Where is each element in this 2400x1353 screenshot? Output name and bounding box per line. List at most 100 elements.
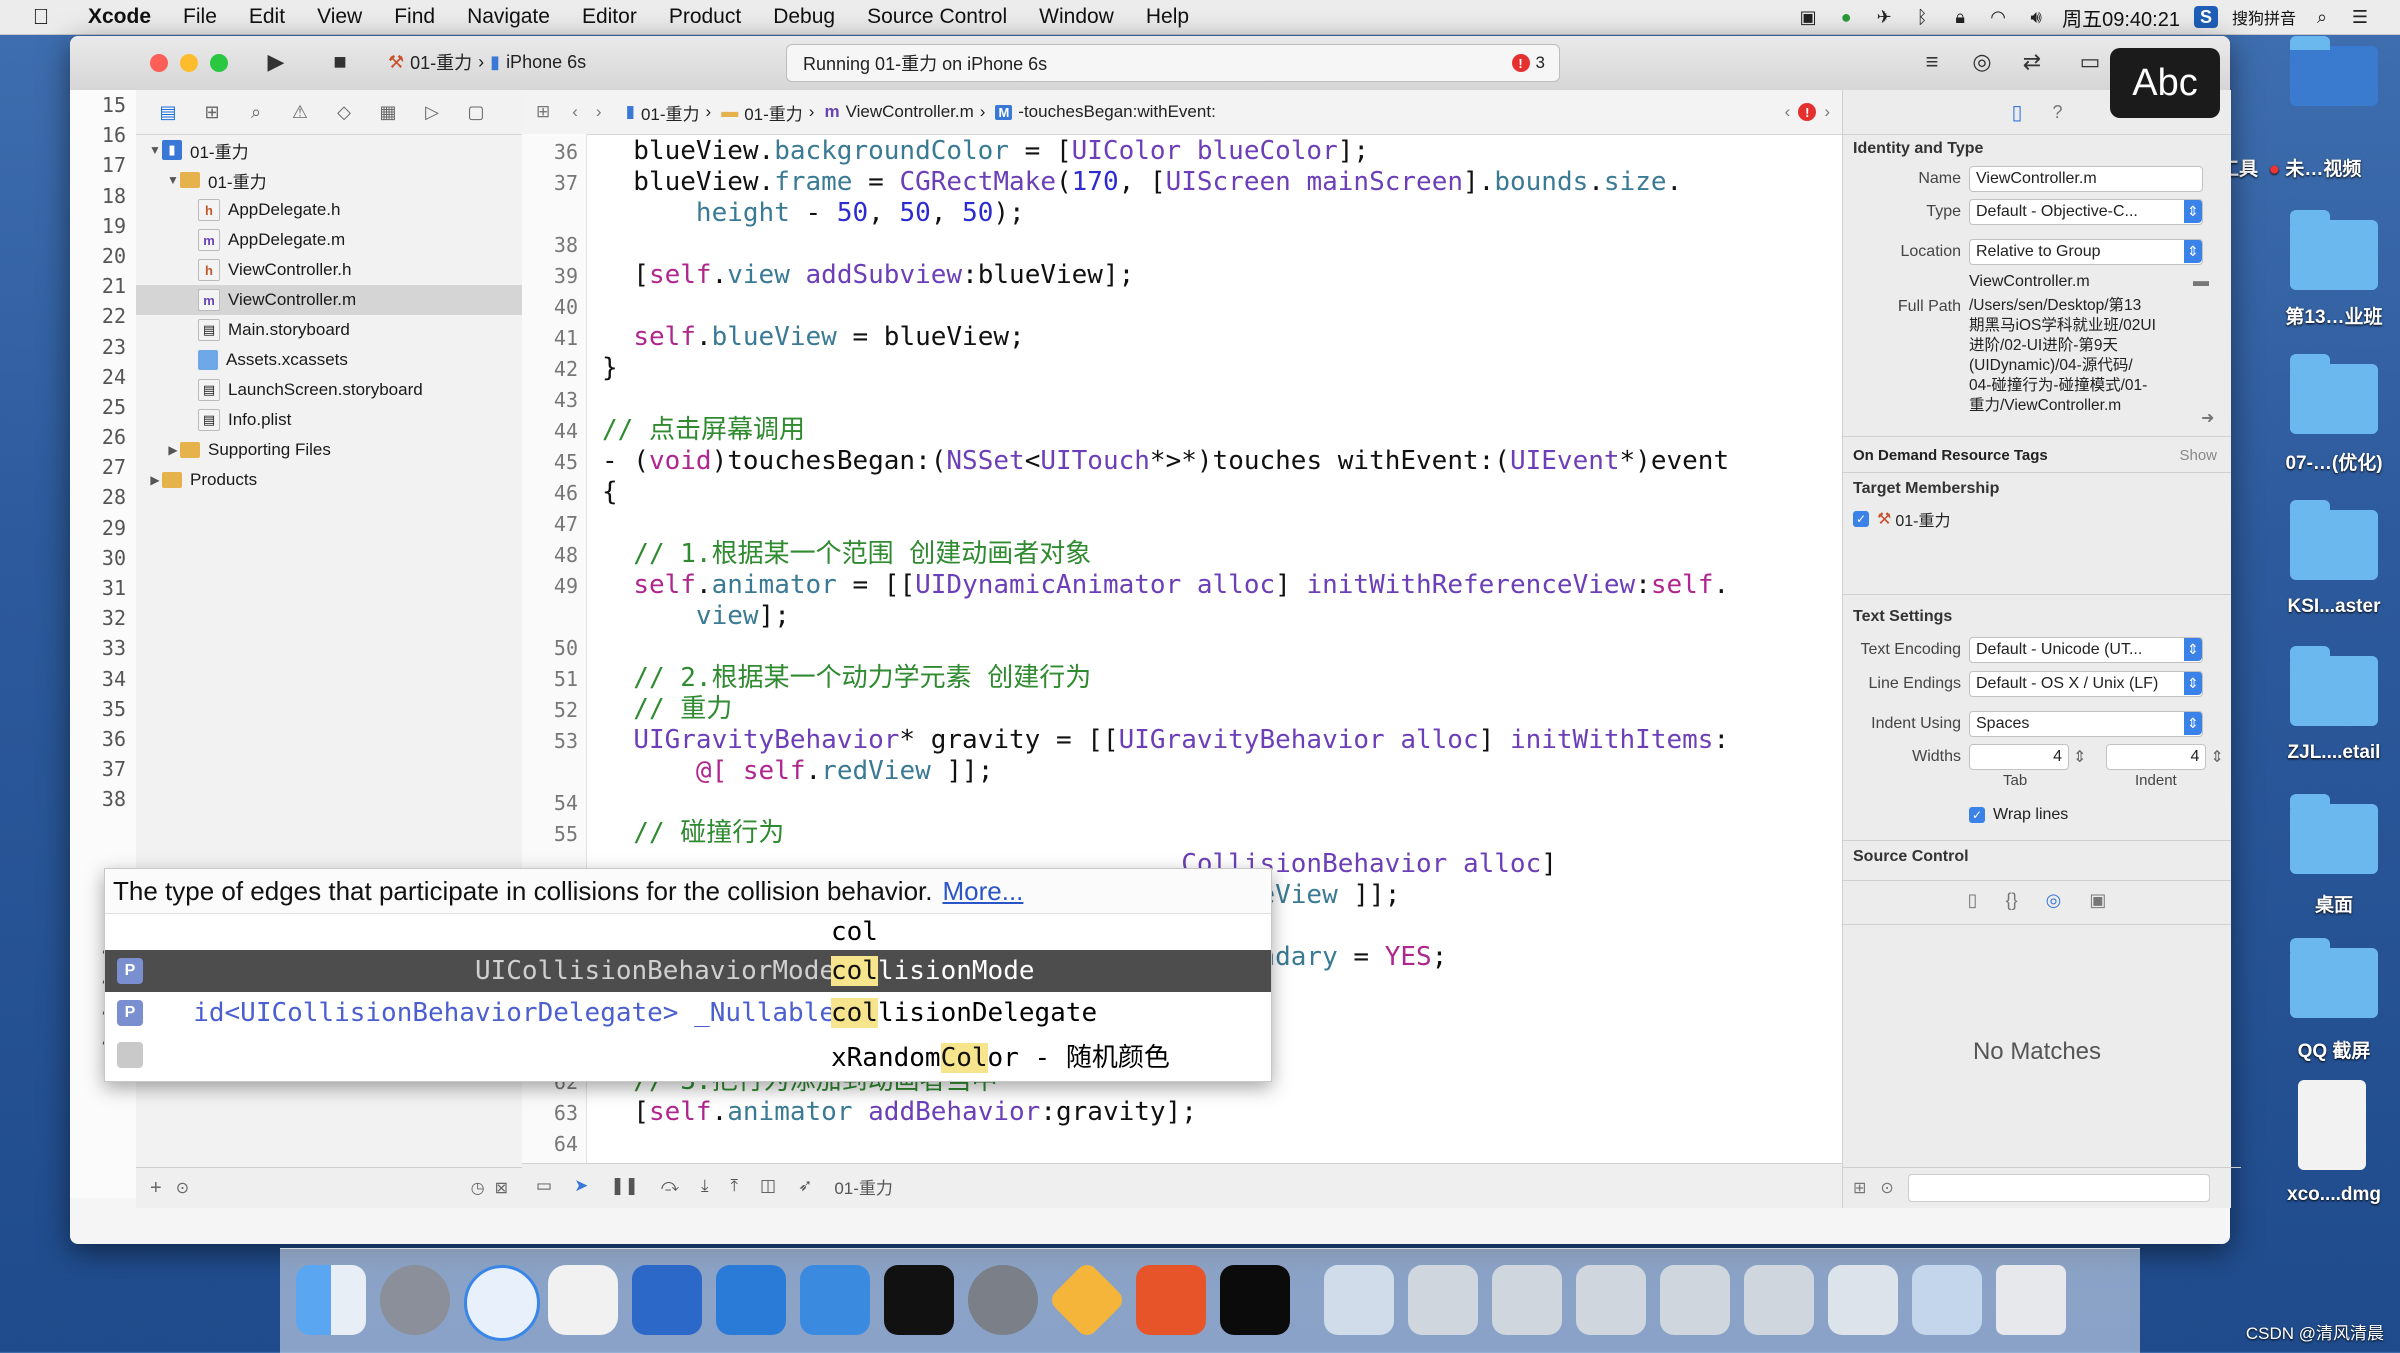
breakpoint-icon[interactable]: ▷ [420, 100, 444, 124]
tree-item[interactable]: ▤ LaunchScreen.storyboard [136, 375, 522, 405]
error-badge[interactable]: ! 3 [1511, 53, 1545, 73]
filter-icon[interactable]: ⊙ [1880, 1178, 1893, 1198]
add-icon[interactable]: + [150, 1177, 162, 1200]
report-icon[interactable]: ▢ [464, 100, 488, 124]
sogou-icon[interactable]: S [2193, 6, 2218, 28]
airplane-icon[interactable]: ✈ [1872, 6, 1896, 28]
encoding-popup[interactable]: Default - Unicode (UT... [1969, 637, 2203, 663]
indent-width-field[interactable]: 4 [2106, 744, 2207, 770]
menu-debug[interactable]: Debug [757, 5, 851, 29]
stop-button[interactable]: ■ [320, 44, 360, 80]
tree-item[interactable]: h ViewController.h [136, 255, 522, 285]
desktop-folder-icon[interactable] [2290, 36, 2378, 106]
finder-icon[interactable] [296, 1265, 366, 1335]
line-endings-popup[interactable]: Default - OS X / Unix (LF) [1969, 671, 2203, 697]
menu-view[interactable]: View [301, 5, 378, 29]
apple-icon[interactable]:  [26, 4, 56, 30]
launchpad-rocket-icon[interactable] [380, 1265, 450, 1335]
tree-item[interactable]: ▤ Main.storyboard [136, 315, 522, 345]
checkbox-checked-icon[interactable]: ✓ [1853, 511, 1869, 527]
breadcrumb-method[interactable]: M -touchesBegan:withEvent: [995, 102, 1216, 122]
code-snippet-icon[interactable]: {} [2006, 890, 2018, 911]
screen-recorder-icon[interactable] [632, 1265, 702, 1335]
safari-compass-icon[interactable] [464, 1265, 540, 1341]
tree-item[interactable]: ▼ ▮ 01-重力 [136, 135, 522, 165]
menubar-clock[interactable]: 周五09:40:21 [2062, 3, 2180, 32]
mouse-app-icon[interactable] [548, 1265, 618, 1335]
spotlight-search-icon[interactable]: ⌕ [2310, 6, 2334, 28]
file-template-icon[interactable]: ▯ [1968, 890, 1978, 911]
scm-filter-icon[interactable]: ⊠ [495, 1178, 508, 1198]
bluetooth-icon[interactable]: ᛒ [1910, 6, 1934, 28]
tree-item[interactable]: m AppDelegate.m [136, 225, 522, 255]
minimized-window-5[interactable] [1744, 1265, 1814, 1335]
minimized-window-7[interactable] [1912, 1265, 1982, 1335]
indent-using-popup[interactable]: Spaces [1969, 711, 2203, 737]
disclosure-closed-icon[interactable]: ▶ [148, 473, 162, 487]
screen-record-icon[interactable]: ▣ [1796, 6, 1820, 28]
object-library-icon[interactable]: ◎ [2046, 890, 2062, 911]
completion-item[interactable]: Pid<UICollisionBehaviorDelegate> _Nullab… [105, 992, 1271, 1034]
tree-item[interactable]: h AppDelegate.h [136, 195, 522, 225]
terminal-icon[interactable] [884, 1265, 954, 1335]
tab-width-field[interactable]: 4 [1969, 744, 2069, 770]
menu-editor[interactable]: Editor [566, 5, 653, 29]
desktop-folder-icon[interactable] [2290, 500, 2378, 580]
desktop-label[interactable]: 桌面 [2254, 890, 2400, 917]
desktop-folder-icon[interactable] [2290, 210, 2378, 290]
paw-icon[interactable] [1136, 1265, 1206, 1335]
navigator-toggle-icon[interactable]: ▭ [2070, 44, 2110, 80]
dmg-file-icon[interactable] [2298, 1080, 2366, 1170]
minimized-window-3[interactable] [1576, 1265, 1646, 1335]
minimized-window-6[interactable] [1828, 1265, 1898, 1335]
indent-stepper[interactable]: ⇕ [2210, 747, 2223, 767]
notification-center-icon[interactable]: ☰ [2348, 6, 2372, 28]
volume-icon[interactable]: 🔊︎ [2024, 6, 2048, 28]
next-issue-icon[interactable]: › [1824, 102, 1830, 122]
menu-help[interactable]: Help [1130, 5, 1205, 29]
minimize-window-button[interactable] [180, 54, 198, 72]
test-icon[interactable]: ◇ [332, 100, 356, 124]
instruments-icon[interactable] [800, 1265, 870, 1335]
desktop-label[interactable]: 第13…业班 [2254, 302, 2400, 329]
desktop-folder-icon[interactable] [2290, 938, 2378, 1018]
reveal-folder-icon[interactable]: ▬ [2193, 273, 2209, 291]
desktop-label[interactable]: 工具 ● 未…视频 [2220, 154, 2380, 181]
step-into-icon[interactable]: ⤓ [701, 1176, 709, 1196]
exec-icon[interactable] [1220, 1265, 1290, 1335]
file-inspector-icon[interactable]: ▯ [2011, 100, 2022, 125]
quicktime-icon[interactable] [1324, 1265, 1394, 1335]
folder-icon[interactable]: ▤ [156, 100, 180, 124]
scheme-selector[interactable]: ⚒ 01-重力 › ▮ iPhone 6s [388, 46, 586, 78]
green-status-icon[interactable]: ● [1834, 6, 1858, 28]
input-method-label[interactable]: 搜狗拼音 [2232, 5, 2296, 29]
breadcrumb-group[interactable]: ▬ 01-重力 › [721, 100, 814, 125]
standard-editor-icon[interactable]: ≡ [1912, 44, 1952, 80]
reveal-in-finder-icon[interactable]: ➜ [2201, 408, 2214, 428]
minimized-window-1[interactable] [1408, 1265, 1478, 1335]
desktop-label[interactable]: ZJL....etail [2254, 742, 2400, 764]
breadcrumb-file[interactable]: m ViewController.m › [824, 102, 985, 122]
pause-icon[interactable]: ❚❚ [610, 1176, 639, 1196]
view-hierarchy-icon[interactable]: ◫ [760, 1176, 776, 1196]
menu-navigate[interactable]: Navigate [451, 5, 566, 29]
sketch-diamond-icon[interactable] [1047, 1260, 1127, 1340]
menu-find[interactable]: Find [378, 5, 451, 29]
related-items-icon[interactable]: ⊞ [536, 102, 550, 122]
lock-icon[interactable]: 🔒︎ [1948, 6, 1972, 28]
search-icon[interactable]: ⌕ [244, 100, 268, 124]
media-library-icon[interactable]: ▣ [2089, 890, 2106, 911]
menu-product[interactable]: Product [653, 5, 757, 29]
xcode-hammer-icon[interactable] [716, 1265, 786, 1335]
location-icon[interactable]: ➶ [798, 1176, 812, 1196]
menu-file[interactable]: File [167, 5, 233, 29]
issue-icon[interactable]: ! [1798, 103, 1817, 121]
back-arrow-icon[interactable]: ‹ [572, 102, 578, 122]
location-popup[interactable]: Relative to Group [1969, 239, 2203, 265]
zoom-window-button[interactable] [210, 54, 228, 72]
desktop-folder-icon[interactable] [2290, 354, 2378, 434]
completion-more-link[interactable]: More... [942, 876, 1023, 907]
symbol-navigator-icon[interactable]: ⊞ [200, 100, 224, 124]
tree-item[interactable]: ▼ 01-重力 [136, 165, 522, 195]
menu-app-xcode[interactable]: Xcode [72, 5, 167, 29]
